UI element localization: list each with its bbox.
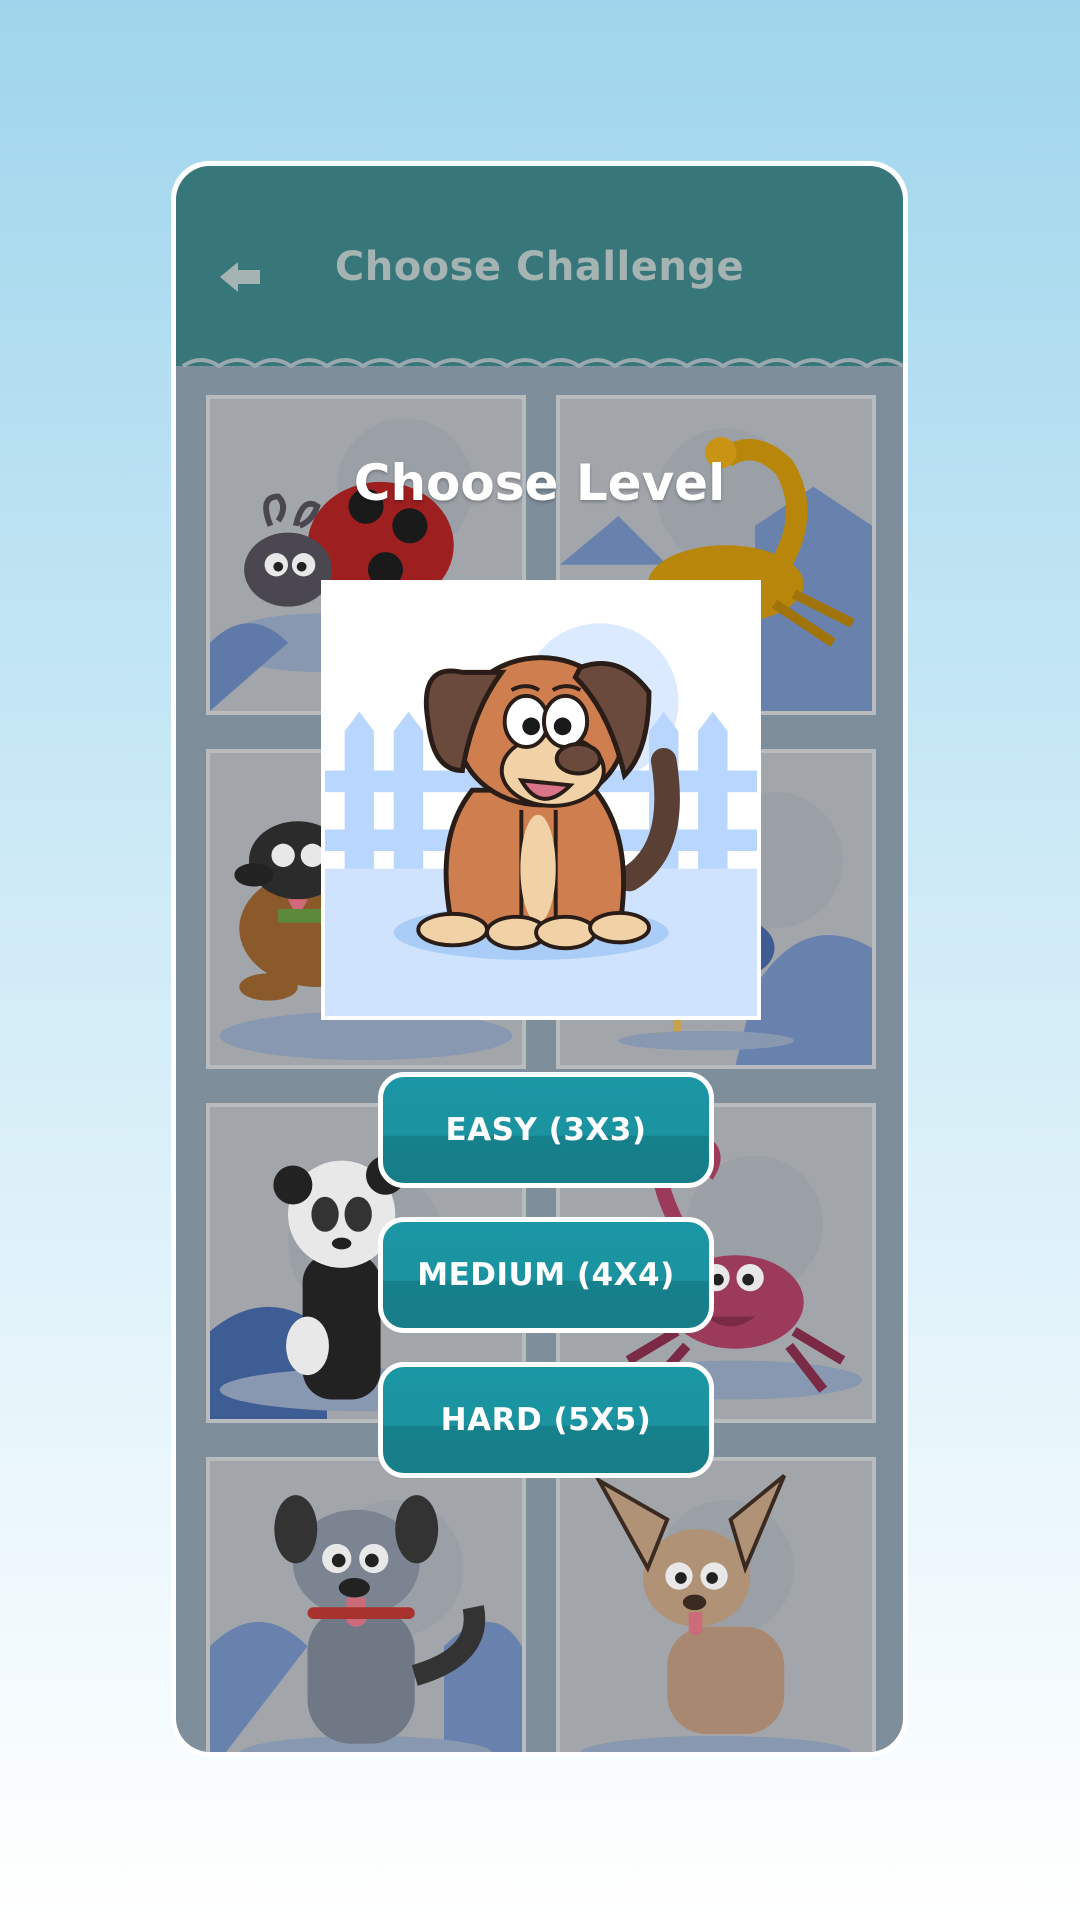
easy-level-button[interactable]: EASY (3X3) [378,1072,714,1188]
selected-puzzle-preview [321,580,761,1020]
app-header: Choose Challenge [176,166,903,366]
hard-level-button[interactable]: HARD (5X5) [378,1362,714,1478]
grey-dog-icon [210,1461,522,1752]
medium-level-button[interactable]: MEDIUM (4X4) [378,1217,714,1333]
page-title: Choose Challenge [334,244,745,290]
choose-level-title: Choose Level [353,454,726,512]
phone-frame: Choose Challenge Choose Level EASY (3X3)… [171,161,908,1757]
chihuahua-icon [560,1461,872,1752]
header-wave [176,346,903,369]
puzzle-tile-grey-dog[interactable] [206,1457,526,1752]
puzzle-tile-chihuahua[interactable] [556,1457,876,1752]
app-screen: Choose Challenge Choose Level EASY (3X3)… [176,166,903,1752]
dog-icon [325,584,757,1016]
